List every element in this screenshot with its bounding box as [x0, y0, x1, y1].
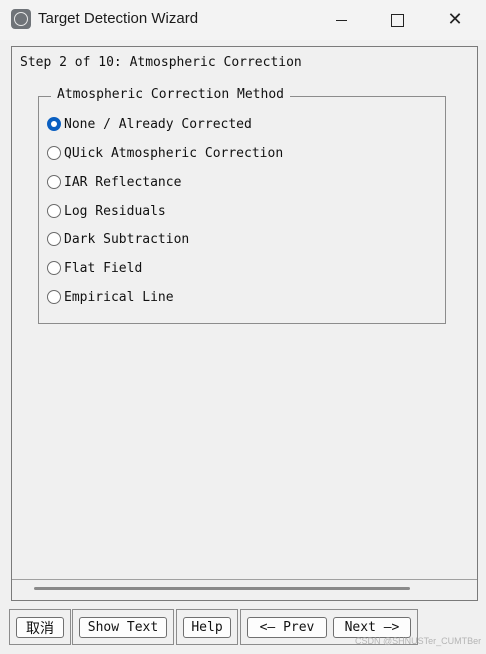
help-button-group: Help: [176, 609, 238, 645]
radio-button[interactable]: [47, 261, 61, 275]
radio-none-already-corrected[interactable]: None / Already Corrected: [47, 114, 252, 134]
next-button[interactable]: Next —>: [333, 617, 411, 638]
radio-button[interactable]: [47, 290, 61, 304]
radio-label: Flat Field: [64, 260, 143, 276]
radio-button[interactable]: [47, 146, 61, 160]
radio-quick-atmospheric-correction[interactable]: QUick Atmospheric Correction: [47, 143, 283, 163]
step-label: Step 2 of 10: Atmospheric Correction: [20, 55, 302, 70]
prev-button[interactable]: <— Prev: [247, 617, 327, 638]
minimize-button[interactable]: [312, 0, 370, 40]
cancel-button-group: 取消: [9, 609, 71, 645]
maximize-button[interactable]: [368, 0, 426, 40]
help-button[interactable]: Help: [183, 617, 231, 638]
wizard-panel: Step 2 of 10: Atmospheric Correction Atm…: [11, 46, 478, 601]
close-icon: ✕: [447, 9, 463, 30]
radio-flat-field[interactable]: Flat Field: [47, 258, 142, 278]
watermark: CSDN @SHNUSTer_CUMTBer: [355, 636, 482, 646]
radio-label: QUick Atmospheric Correction: [64, 145, 284, 161]
radio-empirical-line[interactable]: Empirical Line: [47, 287, 174, 307]
radio-button[interactable]: [47, 204, 61, 218]
radio-label: IAR Reflectance: [64, 174, 182, 190]
radio-iar-reflectance[interactable]: IAR Reflectance: [47, 172, 181, 192]
cancel-label: 取消: [26, 620, 54, 637]
radio-button[interactable]: [47, 232, 61, 246]
show-text-button-group: Show Text: [72, 609, 174, 645]
radio-label: None / Already Corrected: [64, 116, 252, 132]
radio-button-checked[interactable]: [47, 117, 61, 131]
close-button[interactable]: ✕: [426, 0, 484, 40]
radio-label: Empirical Line: [64, 289, 174, 305]
radio-dark-subtraction[interactable]: Dark Subtraction: [47, 229, 189, 249]
horizontal-scrollbar[interactable]: [34, 587, 410, 590]
maximize-icon: [390, 13, 404, 27]
separator: [12, 579, 477, 580]
radio-label: Log Residuals: [64, 203, 166, 219]
cancel-button[interactable]: 取消: [16, 617, 64, 638]
show-text-button[interactable]: Show Text: [79, 617, 167, 638]
correction-method-group: Atmospheric Correction Method None / Alr…: [38, 87, 446, 324]
radio-button[interactable]: [47, 175, 61, 189]
radio-label: Dark Subtraction: [64, 231, 190, 247]
title-bar: Target Detection Wizard ✕: [0, 0, 486, 40]
group-title: Atmospheric Correction Method: [51, 87, 290, 102]
radio-log-residuals[interactable]: Log Residuals: [47, 201, 166, 221]
minimize-icon: [335, 19, 347, 21]
app-icon: [11, 9, 31, 29]
window-title: Target Detection Wizard: [38, 10, 199, 27]
